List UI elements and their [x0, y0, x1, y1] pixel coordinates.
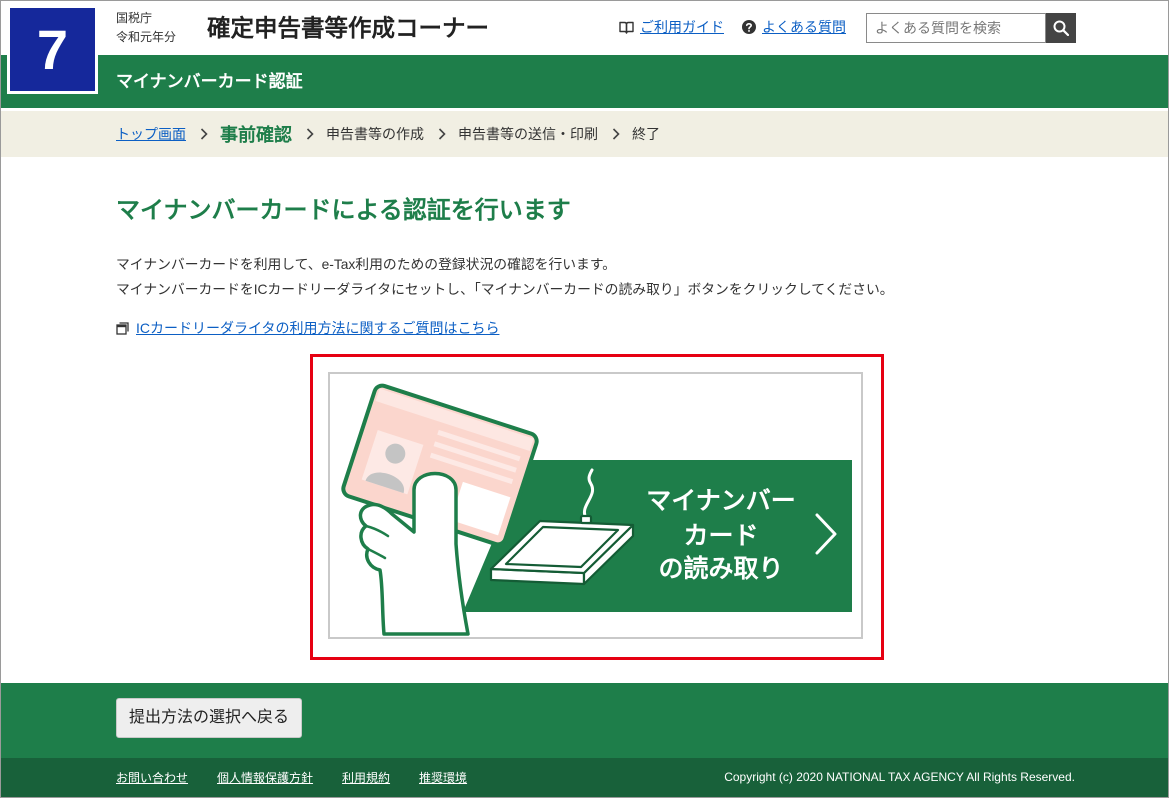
chevron-right-icon [612, 128, 620, 140]
footer-link-terms[interactable]: 利用規約 [342, 769, 390, 786]
read-card-illustration: マイナンバー カード の読み取り [328, 372, 863, 639]
new-window-icon [116, 321, 129, 335]
breadcrumb-current-step: 事前確認 [220, 125, 292, 145]
faq-link-label[interactable]: よくある質問 [762, 19, 846, 35]
site-header: 国税庁 令和元年分 確定申告書等作成コーナー ご利用ガイド よくある質問 [0, 0, 1169, 55]
breadcrumb: トップ画面 事前確認 申告書等の作成 申告書等の送信・印刷 終了 [0, 111, 1169, 157]
chevron-right-icon [438, 128, 446, 140]
faq-search-input[interactable] [866, 13, 1046, 43]
breadcrumb-top-link[interactable]: トップ画面 [116, 124, 186, 144]
search-button[interactable] [1046, 13, 1076, 43]
breadcrumb-steps: トップ画面 事前確認 申告書等の作成 申告書等の送信・印刷 終了 [116, 111, 660, 157]
section-bar: マイナンバーカード認証 [0, 55, 1169, 108]
read-button-line-1[interactable]: マイナンバー [646, 487, 796, 515]
breadcrumb-step: 終了 [632, 126, 660, 142]
tax-year: 令和元年分 [116, 30, 177, 44]
year-badge: 7 [7, 5, 98, 94]
footer-actions: 提出方法の選択へ戻る [0, 683, 1169, 758]
breadcrumb-step: 申告書等の送信・印刷 [458, 126, 598, 142]
copyright: Copyright (c) 2020 NATIONAL TAX AGENCY A… [724, 770, 1075, 784]
org-name: 国税庁 [116, 11, 153, 25]
card-reader-help-link[interactable]: ICカードリーダライタの利用方法に関するご質問はこちら [116, 320, 499, 336]
instructions: マイナンバーカードを利用して、e-Tax利用のための登録状況の確認を行います。 … [116, 252, 894, 302]
search-icon [1053, 20, 1069, 36]
footer-link-privacy[interactable]: 個人情報保護方針 [217, 769, 313, 786]
page-title: マイナンバーカードによる認証を行います [116, 197, 571, 224]
book-icon [619, 21, 634, 34]
guide-link-label[interactable]: ご利用ガイド [640, 19, 724, 35]
chevron-right-icon [200, 128, 208, 140]
site-title[interactable]: 確定申告書等作成コーナー [207, 14, 489, 42]
faq-link[interactable]: よくある質問 [742, 19, 846, 35]
breadcrumb-step: 申告書等の作成 [326, 126, 424, 142]
read-card-button[interactable]: マイナンバー カード の読み取り [328, 372, 863, 639]
card-reader-help-link-label[interactable]: ICカードリーダライタの利用方法に関するご質問はこちら [136, 318, 499, 338]
guide-link[interactable]: ご利用ガイド [619, 19, 724, 35]
read-button-line-3[interactable]: の読み取り [658, 554, 783, 583]
chevron-right-icon [306, 128, 314, 140]
site-footer: お問い合わせ 個人情報保護方針 利用規約 推奨環境 Copyright (c) … [0, 758, 1169, 798]
footer-links: お問い合わせ 個人情報保護方針 利用規約 推奨環境 [116, 758, 496, 797]
back-to-submission-method-button[interactable]: 提出方法の選択へ戻る [116, 698, 302, 738]
section-title: マイナンバーカード認証 [116, 72, 303, 91]
instruction-line: マイナンバーカードを利用して、e-Tax利用のための登録状況の確認を行います。 [116, 257, 617, 272]
read-button-line-2[interactable]: カード [683, 522, 758, 550]
question-circle-icon [742, 20, 756, 34]
page: 国税庁 令和元年分 確定申告書等作成コーナー ご利用ガイド よくある質問 よくあ… [0, 0, 1169, 798]
footer-link-environment[interactable]: 推奨環境 [419, 769, 467, 786]
year-badge-number: 7 [10, 8, 95, 91]
instruction-line: マイナンバーカードをICカードリーダライタにセットし、「マイナンバーカードの読み… [116, 282, 894, 297]
footer-link-contact[interactable]: お問い合わせ [116, 769, 188, 786]
